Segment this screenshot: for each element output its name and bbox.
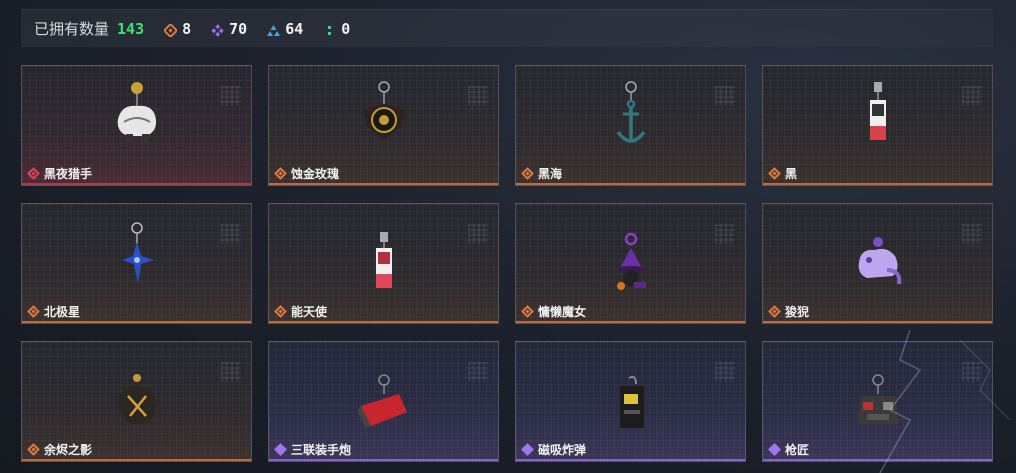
rarity-orange-icon (521, 305, 534, 318)
charm-name: 能天使 (291, 305, 328, 319)
rarity-purple-icon (521, 443, 534, 456)
witch-charm-icon (616, 232, 646, 290)
bomb-charm-icon (619, 375, 644, 428)
owned-count: 143 (117, 19, 145, 38)
charm-card[interactable]: 黑 (762, 65, 993, 186)
charm-card[interactable]: 慵懒魔女 (515, 203, 746, 324)
green-dots-icon (323, 22, 336, 35)
stat-green: 0 (323, 20, 350, 38)
star-charm-icon (121, 222, 154, 284)
rarity-orange-icon (274, 305, 287, 318)
blue-triangle-icon (267, 22, 281, 36)
charm-name: 黑海 (538, 167, 563, 181)
stat-purple-value: 70 (229, 19, 248, 38)
owned-label: 已拥有数量 (34, 20, 110, 38)
white-wolf-charm-icon (117, 82, 156, 142)
charm-name: 慵懒魔女 (538, 305, 587, 319)
rarity-orange-icon (768, 305, 781, 318)
rarity-red-icon (27, 167, 40, 180)
stat-blue: 64 (267, 20, 303, 38)
charm-name: 三联装手炮 (291, 443, 352, 457)
charm-card[interactable]: 狻猊 (762, 203, 993, 324)
tag-charm-icon (869, 82, 886, 140)
stat-purple: 70 (211, 20, 247, 38)
charm-name: 黑 (785, 167, 798, 181)
tag-charm-icon (375, 232, 392, 288)
lion-charm-icon (858, 237, 901, 285)
rarity-purple-icon (768, 443, 781, 456)
charm-card[interactable]: 三联装手炮 (268, 341, 499, 462)
stat-orange-value: 8 (182, 19, 192, 38)
charm-name: 黑夜猎手 (44, 167, 93, 181)
charm-card[interactable]: 黑夜猎手 (21, 65, 252, 186)
charm-card[interactable]: 余烬之影 (21, 341, 252, 462)
charm-name: 北极星 (44, 305, 81, 319)
shadow-charm-icon (118, 374, 156, 425)
purple-diamond-icon (211, 22, 224, 37)
charm-card[interactable]: 枪匠 (762, 341, 993, 462)
rarity-purple-icon (274, 443, 287, 456)
charm-card[interactable]: 蚀金玫瑰 (268, 65, 499, 186)
cannon-charm-icon (356, 374, 407, 428)
stat-orange: 8 (162, 19, 192, 39)
charm-card[interactable]: 北极星 (21, 203, 252, 324)
anchor-charm-icon (616, 81, 645, 143)
vest-charm-icon (856, 374, 899, 424)
rarity-orange-icon (768, 167, 781, 180)
rarity-orange-icon (27, 305, 40, 318)
orange-diamond-icon (162, 22, 179, 39)
charm-name: 磁吸炸弹 (538, 443, 587, 457)
rarity-orange-icon (521, 167, 534, 180)
charm-name: 狻猊 (785, 305, 810, 319)
stat-blue-value: 64 (285, 19, 304, 38)
charm-card[interactable]: 黑海 (515, 65, 746, 186)
stat-green-value: 0 (341, 19, 351, 38)
rarity-orange-icon (274, 167, 287, 180)
charm-card[interactable]: 能天使 (268, 203, 499, 324)
rarity-orange-icon (27, 443, 40, 456)
charm-name: 余烬之影 (44, 443, 93, 457)
charm-card[interactable]: 磁吸炸弹 (515, 341, 746, 462)
black-rose-charm-icon (362, 81, 405, 140)
collection-header: 已拥有数量 143 8 70 64 0 (21, 9, 993, 47)
charm-name: 蚀金玫瑰 (291, 167, 340, 181)
charm-name: 枪匠 (785, 443, 810, 457)
